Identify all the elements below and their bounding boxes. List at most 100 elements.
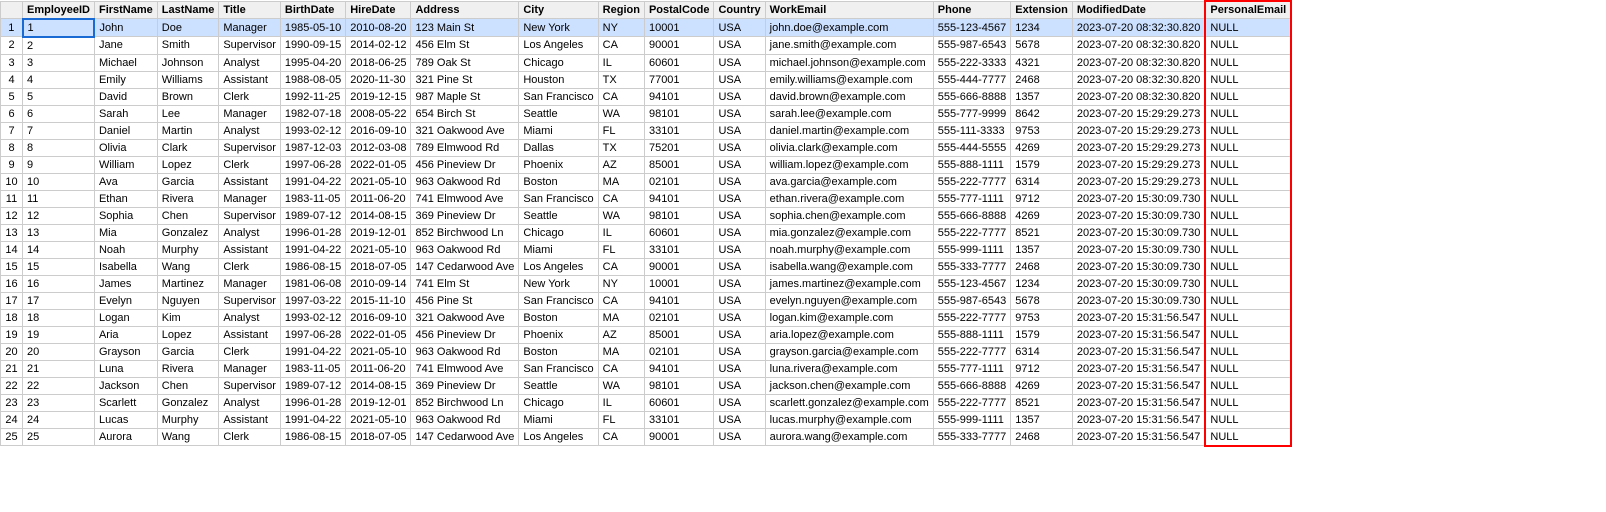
cell-PersonalEmail: NULL xyxy=(1205,139,1291,156)
cell-Address: 741 Elmwood Ave xyxy=(411,360,519,377)
cell-FirstName: Aurora xyxy=(94,428,157,446)
cell-WorkEmail: sarah.lee@example.com xyxy=(765,105,933,122)
cell-WorkEmail: olivia.clark@example.com xyxy=(765,139,933,156)
cell-Country: USA xyxy=(714,292,765,309)
table-row: 1414NoahMurphyAssistant1991-04-222021-05… xyxy=(1,241,1292,258)
cell-PersonalEmail: NULL xyxy=(1205,241,1291,258)
cell-PostalCode: 10001 xyxy=(644,19,714,37)
cell-Title: Supervisor xyxy=(219,292,281,309)
cell-PersonalEmail: NULL xyxy=(1205,122,1291,139)
cell-Extension: 1579 xyxy=(1011,156,1073,173)
cell-EmployeeID: 10 xyxy=(23,173,95,190)
cell-Address: 456 Pineview Dr xyxy=(411,326,519,343)
cell-Region: AZ xyxy=(598,156,644,173)
cell-Country: USA xyxy=(714,173,765,190)
cell-WorkEmail: david.brown@example.com xyxy=(765,88,933,105)
cell-HireDate: 2018-07-05 xyxy=(346,428,411,446)
cell-Phone: 555-222-7777 xyxy=(933,343,1011,360)
cell-Country: USA xyxy=(714,411,765,428)
cell-BirthDate: 1989-07-12 xyxy=(280,207,345,224)
cell-Phone: 555-444-5555 xyxy=(933,139,1011,156)
row-number: 2 xyxy=(1,37,23,55)
cell-FirstName: Evelyn xyxy=(94,292,157,309)
cell-HireDate: 2011-06-20 xyxy=(346,360,411,377)
cell-ModifiedDate: 2023-07-20 15:29:29.273 xyxy=(1072,173,1205,190)
cell-FirstName: Jane xyxy=(94,37,157,55)
cell-PersonalEmail: NULL xyxy=(1205,19,1291,37)
cell-Extension: 9753 xyxy=(1011,309,1073,326)
cell-FirstName: Aria xyxy=(94,326,157,343)
cell-LastName: Lee xyxy=(157,105,219,122)
cell-Title: Assistant xyxy=(219,326,281,343)
cell-WorkEmail: grayson.garcia@example.com xyxy=(765,343,933,360)
cell-Phone: 555-444-7777 xyxy=(933,71,1011,88)
cell-ModifiedDate: 2023-07-20 15:30:09.730 xyxy=(1072,241,1205,258)
cell-PersonalEmail: NULL xyxy=(1205,394,1291,411)
cell-City: Seattle xyxy=(519,105,598,122)
cell-BirthDate: 1982-07-18 xyxy=(280,105,345,122)
cell-Phone: 555-222-7777 xyxy=(933,224,1011,241)
cell-Country: USA xyxy=(714,71,765,88)
cell-EmployeeID: 8 xyxy=(23,139,95,156)
row-number: 12 xyxy=(1,207,23,224)
table-row: 2222JacksonChenSupervisor1989-07-122014-… xyxy=(1,377,1292,394)
row-number: 18 xyxy=(1,309,23,326)
cell-Country: USA xyxy=(714,190,765,207)
cell-Extension: 9753 xyxy=(1011,122,1073,139)
cell-Phone: 555-888-1111 xyxy=(933,156,1011,173)
cell-Region: TX xyxy=(598,71,644,88)
cell-Address: 987 Maple St xyxy=(411,88,519,105)
cell-Extension: 1357 xyxy=(1011,411,1073,428)
cell-HireDate: 2019-12-15 xyxy=(346,88,411,105)
cell-ModifiedDate: 2023-07-20 08:32:30.820 xyxy=(1072,19,1205,37)
cell-ModifiedDate: 2023-07-20 15:31:56.547 xyxy=(1072,309,1205,326)
cell-BirthDate: 1985-05-10 xyxy=(280,19,345,37)
data-table: EmployeeIDFirstNameLastNameTitleBirthDat… xyxy=(0,0,1292,447)
cell-LastName: Martin xyxy=(157,122,219,139)
cell-HireDate: 2018-07-05 xyxy=(346,258,411,275)
cell-LastName: Wang xyxy=(157,258,219,275)
cell-FirstName: Noah xyxy=(94,241,157,258)
cell-PersonalEmail: NULL xyxy=(1205,275,1291,292)
cell-Title: Clerk xyxy=(219,88,281,105)
cell-PersonalEmail: NULL xyxy=(1205,428,1291,446)
cell-HireDate: 2012-03-08 xyxy=(346,139,411,156)
row-number: 25 xyxy=(1,428,23,446)
cell-LastName: Gonzalez xyxy=(157,394,219,411)
cell-PersonalEmail: NULL xyxy=(1205,360,1291,377)
cell-EmployeeID: 14 xyxy=(23,241,95,258)
cell-Phone: 555-222-7777 xyxy=(933,173,1011,190)
cell-FirstName: Grayson xyxy=(94,343,157,360)
row-number: 9 xyxy=(1,156,23,173)
cell-Title: Analyst xyxy=(219,224,281,241)
cell-Title: Assistant xyxy=(219,71,281,88)
cell-Extension: 1579 xyxy=(1011,326,1073,343)
cell-Extension: 9712 xyxy=(1011,190,1073,207)
cell-PostalCode: 75201 xyxy=(644,139,714,156)
col-header-BirthDate: BirthDate xyxy=(280,1,345,19)
cell-City: Miami xyxy=(519,411,598,428)
table-row: 1616JamesMartinezManager1981-06-082010-0… xyxy=(1,275,1292,292)
cell-ModifiedDate: 2023-07-20 08:32:30.820 xyxy=(1072,71,1205,88)
cell-EmployeeID: 9 xyxy=(23,156,95,173)
cell-ModifiedDate: 2023-07-20 15:31:56.547 xyxy=(1072,411,1205,428)
cell-BirthDate: 1990-09-15 xyxy=(280,37,345,55)
cell-HireDate: 2008-05-22 xyxy=(346,105,411,122)
cell-Title: Supervisor xyxy=(219,139,281,156)
cell-ModifiedDate: 2023-07-20 15:30:09.730 xyxy=(1072,190,1205,207)
cell-Extension: 6314 xyxy=(1011,173,1073,190)
cell-Title: Supervisor xyxy=(219,37,281,55)
cell-PostalCode: 33101 xyxy=(644,122,714,139)
cell-Title: Manager xyxy=(219,360,281,377)
table-row: 55DavidBrownClerk1992-11-252019-12-15987… xyxy=(1,88,1292,105)
cell-Title: Manager xyxy=(219,275,281,292)
cell-FirstName: Ava xyxy=(94,173,157,190)
cell-Phone: 555-222-3333 xyxy=(933,54,1011,71)
cell-Title: Manager xyxy=(219,190,281,207)
cell-Extension: 4321 xyxy=(1011,54,1073,71)
cell-PersonalEmail: NULL xyxy=(1205,156,1291,173)
cell-City: Phoenix xyxy=(519,326,598,343)
cell-LastName: Kim xyxy=(157,309,219,326)
cell-Region: NY xyxy=(598,19,644,37)
cell-Address: 456 Elm St xyxy=(411,37,519,55)
